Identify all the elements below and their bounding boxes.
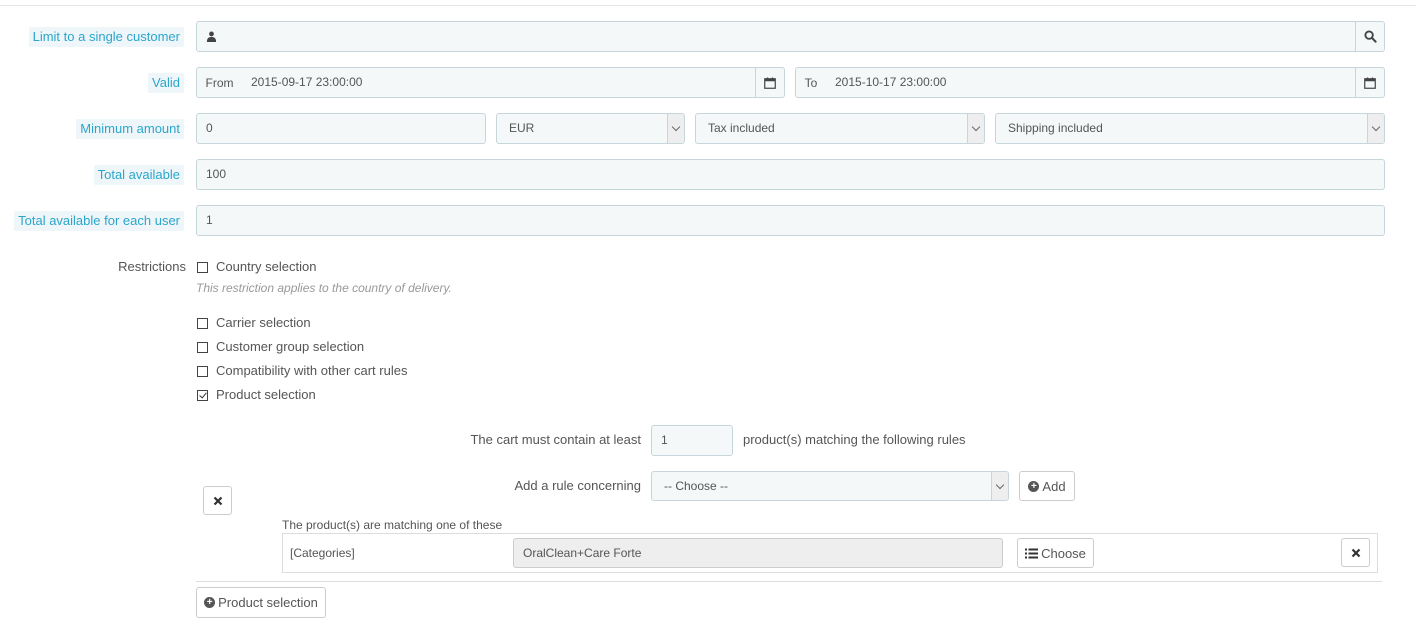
rule-type-value: -- Choose --: [664, 479, 729, 493]
remove-rule-group-button[interactable]: [203, 486, 232, 515]
rule-type-text: [Categories]: [290, 546, 355, 560]
valid-label: Valid: [148, 73, 184, 93]
customer-input[interactable]: [225, 21, 1356, 52]
tax-value: Tax included: [708, 121, 775, 135]
rule-value-field: OralClean+Care Forte: [513, 538, 1003, 568]
product-checkbox-label[interactable]: Product selection: [216, 387, 316, 403]
carrier-checkbox-label[interactable]: Carrier selection: [216, 315, 311, 331]
add-rule-label: Add a rule concerning: [514, 478, 641, 493]
chevron-down-icon: [667, 114, 684, 143]
top-divider: [0, 5, 1416, 6]
product-checkbox[interactable]: [197, 390, 208, 401]
valid-to-input[interactable]: 2015-10-17 23:00:00: [826, 67, 1356, 98]
carrier-checkbox[interactable]: [197, 318, 208, 329]
plus-circle-icon: +: [1028, 480, 1040, 492]
remove-rule-button[interactable]: [1341, 538, 1370, 567]
restrictions-label: Restrictions: [118, 259, 186, 274]
total-per-user-input[interactable]: 1: [196, 205, 1385, 236]
user-icon: [196, 21, 226, 52]
total-available-input[interactable]: 100: [196, 159, 1385, 190]
choose-button[interactable]: Choose: [1017, 538, 1094, 568]
chevron-down-icon: [967, 114, 984, 143]
tax-select[interactable]: Tax included: [695, 113, 985, 144]
currency-select[interactable]: EUR: [496, 113, 685, 144]
calendar-icon[interactable]: [755, 67, 785, 98]
shipping-select[interactable]: Shipping included: [995, 113, 1385, 144]
rule-type-select[interactable]: -- Choose --: [651, 471, 1009, 501]
plus-circle-icon: +: [204, 597, 216, 608]
rules-divider: [196, 581, 1382, 582]
search-icon[interactable]: [1355, 21, 1385, 52]
total-available-label: Total available: [93, 165, 184, 185]
valid-from-input[interactable]: 2015-09-17 23:00:00: [242, 67, 756, 98]
choose-button-label: Choose: [1041, 545, 1086, 561]
remove-icon: [213, 496, 222, 505]
compatibility-checkbox-label[interactable]: Compatibility with other cart rules: [216, 363, 407, 379]
minimum-amount-label: Minimum amount: [76, 119, 184, 139]
customer-group-checkbox-label[interactable]: Customer group selection: [216, 339, 364, 355]
compatibility-checkbox[interactable]: [197, 366, 208, 377]
min-quantity-label: The cart must contain at least: [470, 432, 641, 447]
matching-title: The product(s) are matching one of these: [282, 518, 503, 532]
add-rule-button[interactable]: + Add: [1019, 471, 1075, 501]
remove-icon: [1351, 548, 1360, 557]
min-quantity-input[interactable]: 1: [651, 425, 733, 456]
country-checkbox[interactable]: [197, 262, 208, 273]
product-selection-button[interactable]: + Product selection: [196, 587, 326, 618]
customer-label: Limit to a single customer: [28, 27, 184, 47]
add-rule-button-label: Add: [1042, 478, 1066, 494]
currency-value: EUR: [509, 121, 535, 135]
product-selection-button-label: Product selection: [218, 595, 318, 610]
chevron-down-icon: [1367, 114, 1384, 143]
total-per-user-label: Total available for each user: [14, 211, 184, 231]
country-checkbox-label[interactable]: Country selection: [216, 259, 316, 275]
customer-group-checkbox[interactable]: [197, 342, 208, 353]
minimum-amount-input[interactable]: 0: [196, 113, 486, 144]
shipping-value: Shipping included: [1008, 121, 1103, 135]
matching-rules-text: product(s) matching the following rules: [743, 432, 966, 447]
country-help-text: This restriction applies to the country …: [196, 281, 452, 295]
from-addon: From: [196, 67, 243, 98]
list-icon: [1025, 548, 1039, 558]
to-addon: To: [795, 67, 827, 98]
calendar-icon[interactable]: [1355, 67, 1385, 98]
chevron-down-icon: [991, 472, 1008, 500]
